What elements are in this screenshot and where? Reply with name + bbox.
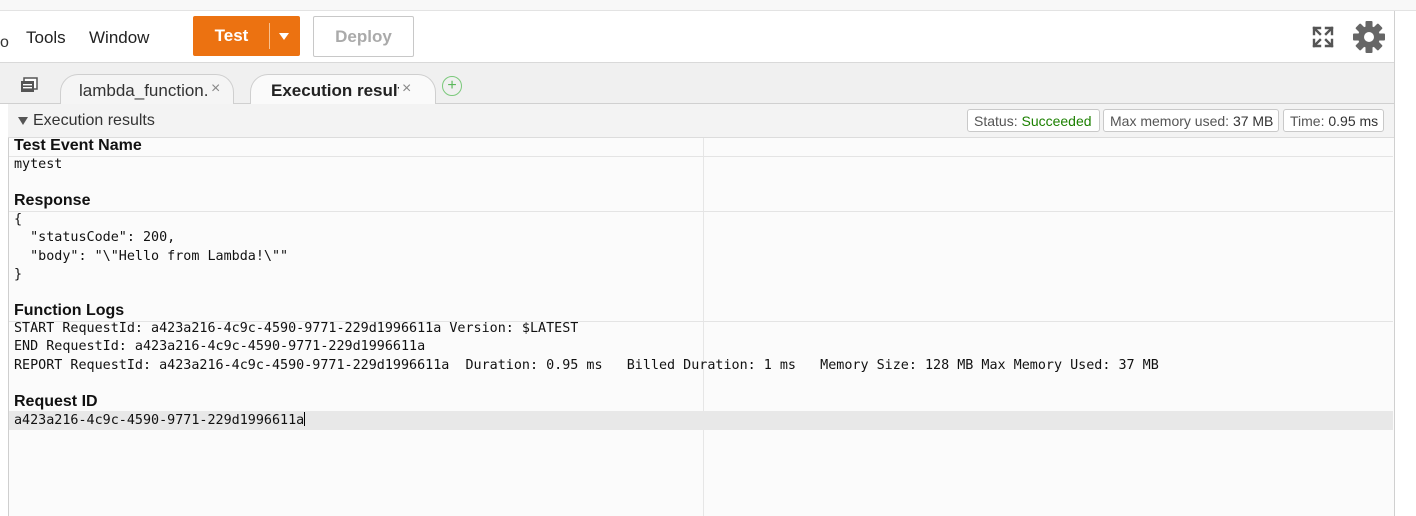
close-icon[interactable]: × [211,80,220,98]
test-button-divider [269,23,270,49]
request-id-line[interactable]: a423a216-4c9c-4590-9771-229d1996611a [14,412,306,430]
file-navigator-icon[interactable] [20,77,40,93]
log-line: REPORT RequestId: a423a216-4c9c-4590-977… [14,357,1159,373]
response-body: { "statusCode": 200, "body": "\"Hello fr… [14,211,288,284]
toolbar: o Tools Window Test Deploy [0,11,1394,63]
add-tab-icon[interactable]: + [442,76,462,96]
function-logs-title: Function Logs [14,302,125,319]
memory-key: Max memory used: [1110,113,1230,129]
function-logs-body: START RequestId: a423a216-4c9c-4590-9771… [14,320,1159,375]
tab-label: Execution results [271,81,399,100]
memory-badge: Max memory used: 37 MB [1103,109,1279,132]
panel-title: Execution results [33,112,155,129]
response-line: "body": "\"Hello from Lambda!\"" [14,248,289,264]
response-line: } [14,266,23,282]
test-dropdown-caret-icon[interactable] [279,33,289,40]
status-value: Succeeded [1021,113,1092,129]
fullscreen-icon[interactable] [1311,25,1335,49]
response-title: Response [14,192,91,209]
menu-window[interactable]: Window [89,28,149,48]
test-event-title: Test Event Name [14,137,142,154]
log-line: START RequestId: a423a216-4c9c-4590-9771… [14,321,579,336]
time-value: 0.95 ms [1328,113,1379,129]
test-button[interactable]: Test [193,16,300,56]
menu-tools[interactable]: Tools [26,28,66,48]
deploy-button[interactable]: Deploy [313,16,414,57]
status-key: Status: [974,113,1018,129]
test-button-label[interactable]: Test [193,16,270,56]
memory-value: 37 MB [1232,113,1274,129]
time-badge: Time: 0.95 ms [1283,109,1384,132]
tab-bar: lambda_function. × Execution results × + [0,63,1394,104]
status-badge: Status: Succeeded [967,109,1100,132]
test-event-value: mytest [14,157,63,172]
gear-icon[interactable] [1352,20,1386,54]
caret-down-icon[interactable] [18,117,28,125]
execution-results-header[interactable]: Execution results Status: Succeeded Max … [8,104,1394,138]
response-line: "statusCode": 200, [14,230,176,246]
window-right-edge [1394,11,1395,516]
top-strip [0,0,1416,11]
request-id-title: Request ID [14,393,98,410]
response-line: { [14,212,23,227]
tab-label: lambda_function. [79,81,207,100]
close-icon[interactable]: × [402,80,411,98]
time-key: Time: [1290,113,1325,129]
tab-lambda-function[interactable]: lambda_function. × [60,74,234,104]
log-line: END RequestId: a423a216-4c9c-4590-9771-2… [14,339,426,355]
tab-execution-results[interactable]: Execution results × [250,74,436,104]
request-id-value: a423a216-4c9c-4590-9771-229d1996611a [14,413,305,428]
text-cursor [304,412,306,426]
menu-item-partial[interactable]: o [0,34,9,52]
section-divider [9,156,1393,157]
